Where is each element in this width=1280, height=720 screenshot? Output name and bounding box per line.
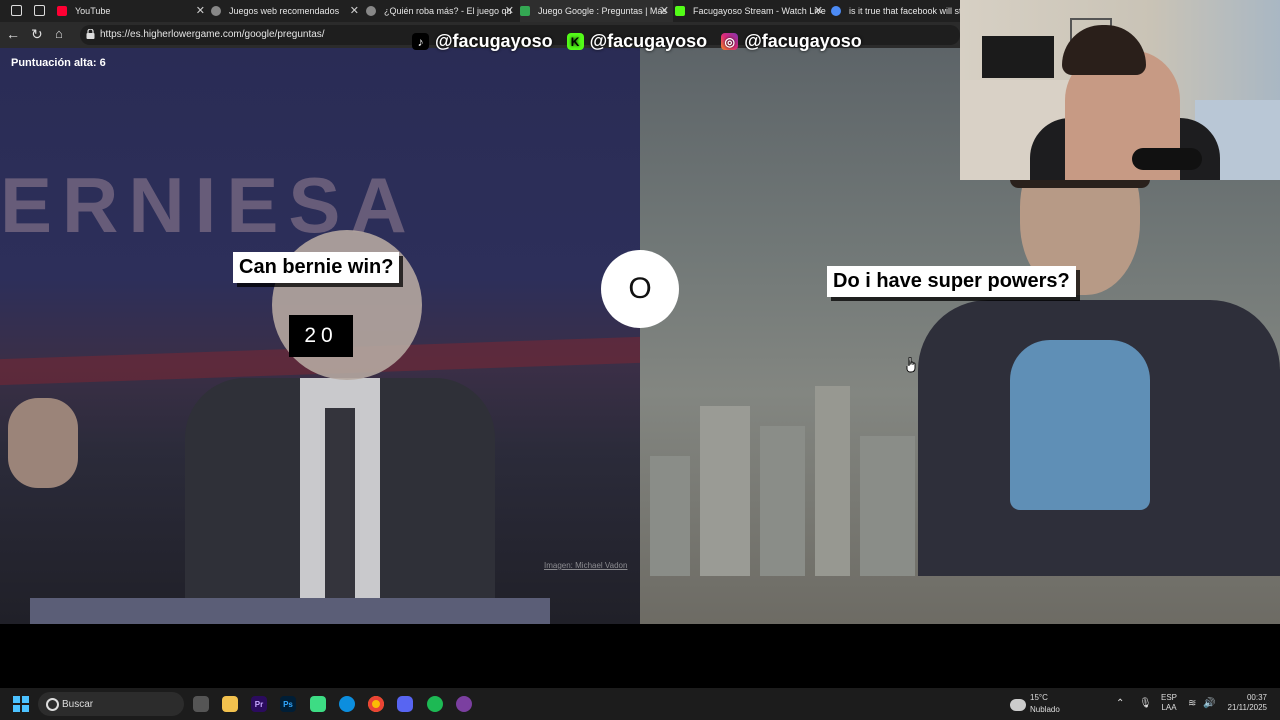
handle-text: @facugayoso: [589, 31, 708, 51]
instagram-icon: ◎: [721, 33, 739, 50]
date: 21/11/2025: [1227, 703, 1267, 712]
tab-kick[interactable]: Facugayoso Stream - Watch Live ✕: [675, 0, 827, 22]
terminal-icon[interactable]: [310, 696, 326, 712]
image-credit[interactable]: Imagen: Michael Vadon: [544, 561, 627, 570]
handle-text: @facugayoso: [435, 31, 553, 51]
search-count: 20: [289, 315, 353, 357]
wifi-icon[interactable]: ≋: [1188, 698, 1196, 709]
speaker-tie: [325, 408, 355, 624]
volume-icon[interactable]: 🔊: [1203, 698, 1215, 709]
chevron-up-icon[interactable]: ⌃: [1116, 698, 1124, 709]
workspaces-icon[interactable]: [11, 5, 22, 16]
kick-handle: K @facugayoso: [566, 31, 708, 52]
language-indicator[interactable]: ESP LAA: [1161, 693, 1177, 713]
tab-label: Facugayoso Stream - Watch Live: [693, 6, 826, 16]
tab-label: Juegos web recomendados: [229, 6, 340, 16]
site-icon: [366, 6, 376, 16]
tab-label: ¿Quién roba más? - El juego qu: [384, 6, 512, 16]
tiktok-icon: ♪: [412, 33, 429, 50]
close-tab-icon[interactable]: ✕: [196, 4, 205, 17]
monitor: [982, 36, 1054, 78]
tab-youtube[interactable]: YouTube ✕: [57, 0, 209, 22]
weather-desc: Nublado: [1030, 705, 1060, 714]
discord-icon[interactable]: [397, 696, 413, 712]
tab-quien-roba[interactable]: ¿Quién roba más? - El juego qu ✕: [366, 0, 518, 22]
tab-juego-google[interactable]: Juego Google : Preguntas | Más ✕: [520, 0, 673, 22]
kick-icon: K: [566, 33, 584, 50]
time: 00:37: [1246, 693, 1267, 702]
task-view-icon[interactable]: [193, 696, 209, 712]
search-icon: [46, 698, 59, 711]
search-label: Buscar: [62, 699, 94, 710]
close-tab-icon[interactable]: ✕: [350, 4, 359, 17]
youtube-icon: [57, 6, 67, 16]
right-question: Do i have super powers?: [827, 266, 1076, 297]
microphone: [1132, 148, 1202, 170]
file-explorer-icon[interactable]: [222, 696, 238, 712]
taskbar-search[interactable]: Buscar: [38, 692, 184, 716]
taskbar: Buscar Pr Ps 15°C Nublado ⌃ 🎙 ESP LAA ≋ …: [0, 688, 1280, 720]
vs-circle: O: [601, 250, 679, 328]
clock[interactable]: 00:37 21/11/2025: [1225, 693, 1267, 713]
tab-label: YouTube: [75, 6, 111, 16]
hand-cursor-icon: [906, 357, 916, 373]
reload-icon[interactable]: ↻: [31, 27, 43, 41]
app-icon[interactable]: [456, 696, 472, 712]
tab-label: is it true that facebook will start: [849, 6, 960, 16]
high-score: Puntuación alta: 6: [11, 57, 106, 69]
tiktok-handle: ♪ @facugayoso: [412, 31, 553, 52]
podium: [30, 598, 550, 624]
url-text: https://es.higherlowergame.com/google/pr…: [100, 29, 325, 40]
search-icon: [831, 6, 841, 16]
tab-search[interactable]: is it true that facebook will start: [831, 0, 960, 22]
premiere-icon[interactable]: Pr: [251, 696, 267, 712]
city-buildings: [640, 360, 960, 576]
superhero-chest: [1010, 340, 1150, 510]
webcam-overlay: [960, 0, 1280, 180]
microphone-icon[interactable]: 🎙: [1139, 698, 1152, 709]
back-icon[interactable]: ←: [6, 27, 20, 41]
handle-text: @facugayoso: [744, 31, 862, 51]
windows-start-icon[interactable]: [13, 696, 29, 712]
tab-juegos-web[interactable]: Juegos web recomendados ✕: [211, 0, 363, 22]
game-icon: [520, 6, 530, 16]
close-tab-icon[interactable]: ✕: [505, 4, 514, 17]
close-tab-icon[interactable]: ✕: [660, 4, 669, 17]
tab-label: Juego Google : Preguntas | Más: [538, 6, 667, 16]
instagram-handle: ◎ @facugayoso: [721, 31, 862, 52]
lang-top: ESP: [1161, 693, 1178, 702]
chrome-icon[interactable]: [368, 696, 384, 712]
weather-temp: 15°C: [1030, 693, 1048, 702]
edge-icon[interactable]: [339, 696, 355, 712]
close-tab-icon[interactable]: ✕: [814, 4, 823, 17]
globe-icon: [211, 6, 221, 16]
lock-icon: [86, 29, 95, 39]
cloud-icon: [1010, 699, 1026, 711]
kick-icon: [675, 6, 685, 16]
tab-actions-icon[interactable]: [34, 5, 45, 16]
raised-fist: [8, 398, 78, 488]
spotify-icon[interactable]: [427, 696, 443, 712]
left-question: Can bernie win?: [233, 252, 400, 283]
social-handles: ♪ @facugayoso K @facugayoso ◎ @facugayos…: [412, 31, 868, 52]
lang-bottom: LAA: [1161, 703, 1177, 712]
home-icon[interactable]: ⌂: [55, 27, 63, 41]
photoshop-icon[interactable]: Ps: [280, 696, 296, 712]
